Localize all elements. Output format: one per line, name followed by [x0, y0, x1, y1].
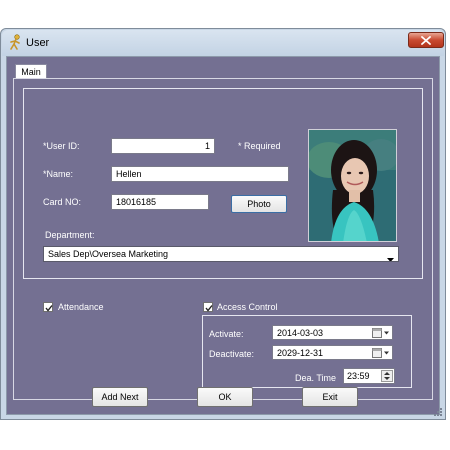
user-id-input[interactable]: 1 [111, 138, 215, 154]
deactivate-date-picker[interactable]: 2029-12-31 [272, 345, 393, 360]
attendance-checkbox[interactable] [43, 302, 53, 312]
window-title: User [26, 37, 50, 49]
checkmark-icon [45, 305, 53, 312]
resize-grip-icon[interactable] [433, 407, 443, 419]
dea-time-value: 23:59 [347, 371, 370, 381]
user-photo [308, 129, 397, 242]
activate-date-picker[interactable]: 2014-03-03 [272, 325, 393, 340]
checkmark-icon [205, 305, 213, 312]
deactivate-label: Deactivate: [209, 349, 255, 359]
user-id-label: *User ID: [43, 141, 80, 151]
name-label: *Name: [43, 169, 74, 179]
dea-time-input[interactable]: 23:59 [343, 368, 395, 384]
card-no-label: Card NO: [43, 197, 82, 207]
department-value: Sales Dep\Oversea Marketing [48, 249, 169, 259]
deactivate-date-value: 2029-12-31 [277, 348, 324, 358]
spinner-arrows-icon [384, 372, 390, 380]
photo-button[interactable]: Photo [231, 195, 287, 213]
calendar-dropdown-icon[interactable] [372, 347, 390, 359]
department-select[interactable]: Sales Dep\Oversea Marketing [43, 246, 399, 262]
close-button[interactable] [408, 32, 444, 48]
calendar-dropdown-icon[interactable] [372, 327, 390, 339]
exit-button[interactable]: Exit [302, 387, 358, 407]
attendance-label: Attendance [58, 302, 104, 312]
title-bar[interactable]: User [2, 30, 444, 56]
card-no-input[interactable]: 18016185 [111, 194, 209, 210]
close-icon [421, 36, 431, 45]
access-control-checkbox[interactable] [203, 302, 213, 312]
ok-button[interactable]: OK [197, 387, 253, 407]
dea-time-label: Dea. Time [295, 373, 337, 383]
required-note: * Required [238, 141, 281, 151]
dialog-client-area: Main *User ID: 1 * Required *Name: Helle… [6, 56, 440, 415]
name-input[interactable]: Hellen [111, 166, 289, 182]
user-figure-icon [8, 34, 22, 50]
tab-main[interactable]: Main [15, 64, 47, 79]
activate-label: Activate: [209, 329, 244, 339]
department-label: Department: [45, 230, 95, 240]
activate-date-value: 2014-03-03 [277, 328, 324, 338]
access-control-label: Access Control [217, 302, 278, 312]
user-window: User Main *User ID: 1 * Required *Name: … [0, 28, 446, 420]
time-spinner[interactable] [381, 370, 393, 382]
add-next-button[interactable]: Add Next [92, 387, 148, 407]
chevron-down-icon [387, 252, 394, 261]
